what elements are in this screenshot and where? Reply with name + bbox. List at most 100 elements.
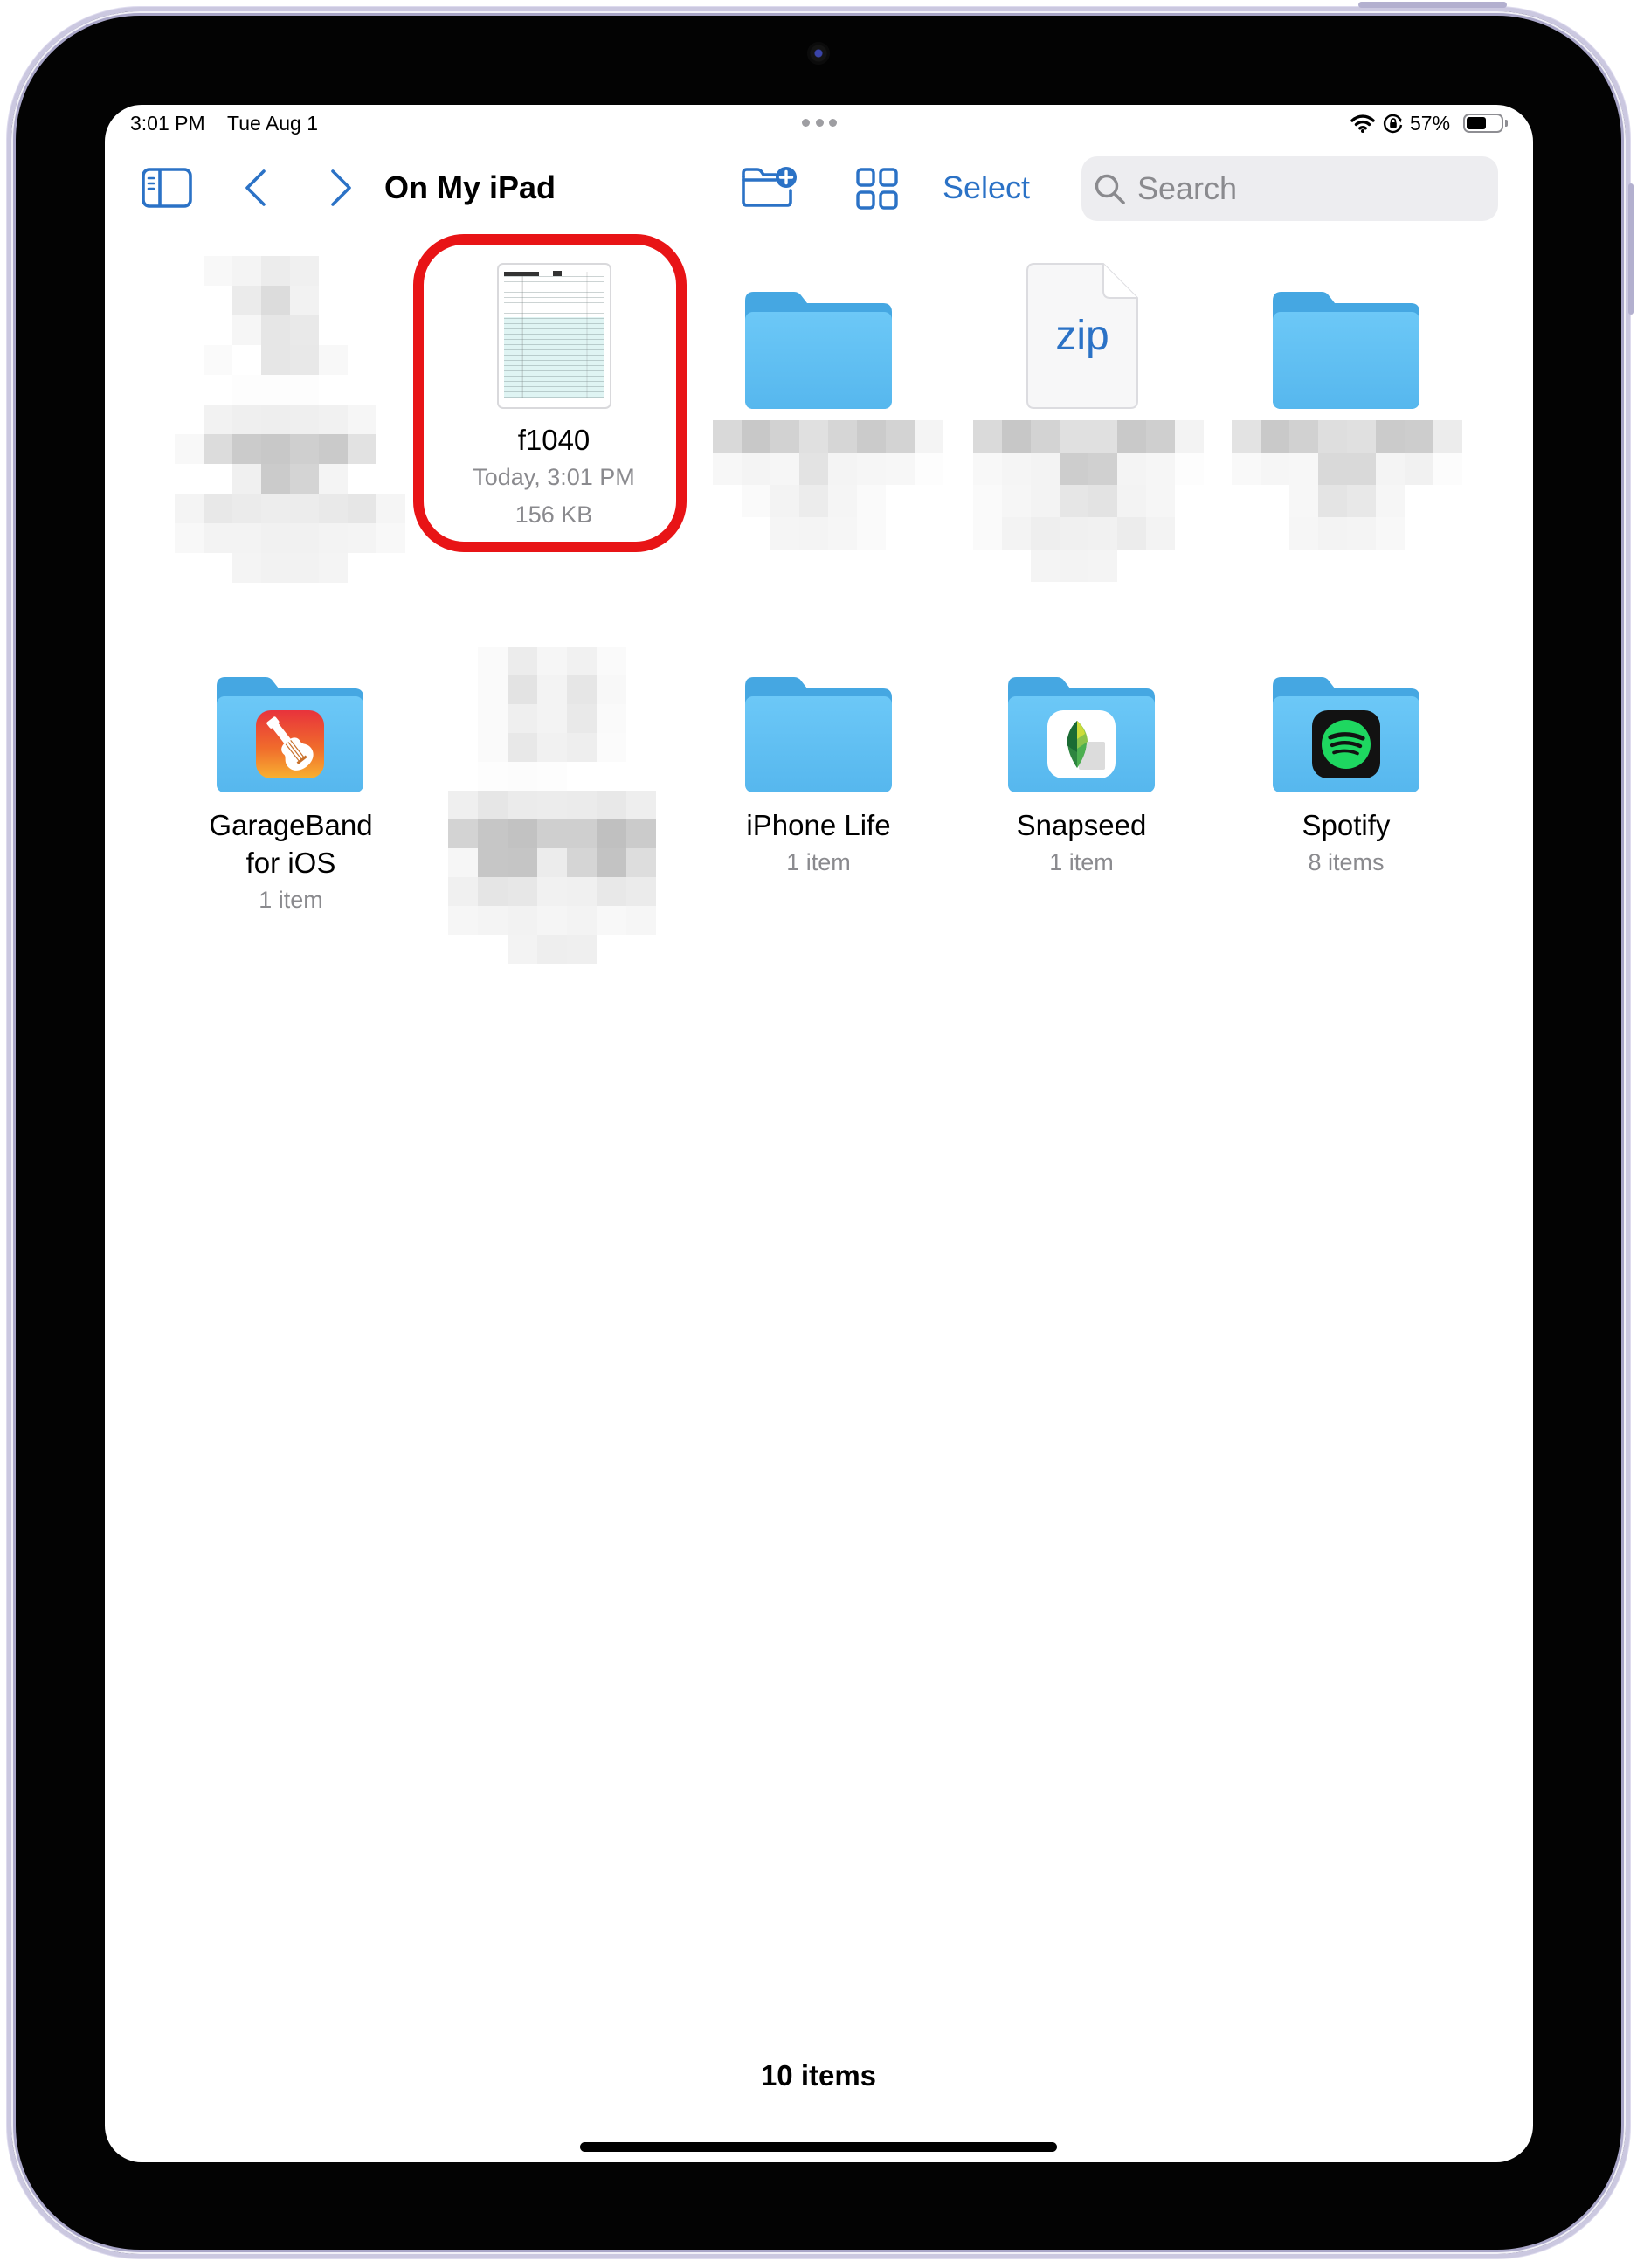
pixel-block — [1088, 453, 1117, 485]
pixel-block — [799, 420, 828, 453]
pixel-block — [770, 420, 799, 453]
volume-button — [1628, 183, 1634, 315]
pixel-block — [1376, 517, 1405, 550]
pixel-block — [290, 405, 319, 434]
folder-name: Spotify — [1302, 809, 1391, 841]
folder-item-snapseed[interactable] — [1008, 677, 1155, 792]
pixel-block — [175, 494, 204, 523]
pixel-block — [508, 877, 537, 906]
pixel-block — [1289, 517, 1318, 550]
redacted-item[interactable] — [448, 647, 656, 964]
pixel-block — [448, 791, 478, 819]
pixel-block — [828, 485, 857, 517]
folder-item-garageband[interactable] — [217, 677, 363, 792]
pixel-block — [567, 877, 597, 906]
pixel-block — [1289, 485, 1318, 517]
pixel-block — [478, 791, 508, 819]
pixel-block — [1002, 453, 1031, 485]
chevron-left-icon[interactable] — [243, 169, 267, 207]
search-field[interactable] — [1081, 156, 1498, 221]
pixel-block — [1117, 453, 1146, 485]
pixel-block — [204, 405, 232, 434]
file-label-f1040: f1040 Today, 3:01 PM 156 KB — [423, 421, 685, 534]
pixel-block — [478, 704, 508, 733]
pixel-block — [713, 420, 742, 453]
pixel-block — [973, 420, 1002, 453]
folder-name: Snapseed — [1016, 809, 1147, 841]
pixel-block — [537, 647, 567, 675]
pixel-block — [1002, 517, 1031, 550]
pixel-block — [857, 420, 886, 453]
pixel-block — [261, 434, 290, 464]
pixel-block — [1002, 485, 1031, 517]
wifi-icon — [1350, 114, 1375, 133]
pixel-block — [1347, 420, 1376, 453]
pixel-block — [508, 848, 537, 877]
item-count: 10 items — [760, 2059, 877, 2092]
pixel-block — [290, 375, 319, 405]
search-input[interactable] — [1137, 156, 1426, 221]
pixel-block — [828, 420, 857, 453]
pixel-block — [1347, 485, 1376, 517]
folder-item-iphone-life[interactable] — [745, 677, 892, 792]
pixel-block — [567, 791, 597, 819]
pixel-block — [537, 733, 567, 762]
file-modified-date: Today, 3:01 PM — [473, 464, 635, 490]
pixel-block — [1146, 453, 1175, 485]
pixel-block — [478, 848, 508, 877]
folder-item[interactable] — [1273, 292, 1419, 409]
orientation-lock-icon — [1383, 114, 1403, 134]
top-button — [1358, 2, 1507, 8]
magnifier-icon — [1095, 174, 1125, 204]
pixel-block — [597, 647, 626, 675]
pixel-block — [232, 494, 261, 523]
pixel-block — [261, 256, 290, 286]
folder-label-snapseed: Snapseed 1 item — [950, 806, 1212, 882]
pixel-block — [1117, 517, 1146, 550]
pixel-block — [537, 704, 567, 733]
sidebar-toggle-icon[interactable] — [142, 168, 192, 208]
pixel-block — [537, 762, 567, 791]
pdf-thumbnail-icon[interactable] — [497, 263, 611, 409]
pixel-block — [1060, 453, 1088, 485]
zip-file-item[interactable]: zip — [1026, 263, 1138, 409]
pixel-block — [319, 405, 348, 434]
pixel-block — [537, 935, 567, 964]
pixel-block — [1289, 453, 1318, 485]
pixel-block — [508, 906, 537, 935]
pixel-block — [567, 704, 597, 733]
pixel-block — [597, 675, 626, 704]
pixel-block — [319, 523, 348, 553]
select-button[interactable]: Select — [943, 169, 1030, 207]
pixel-block — [1261, 420, 1289, 453]
folder-item-spotify[interactable] — [1273, 677, 1419, 792]
home-indicator[interactable] — [580, 2142, 1057, 2152]
pixel-block — [713, 453, 742, 485]
pixel-block — [1031, 517, 1060, 550]
pixel-block — [915, 420, 943, 453]
folder-item[interactable] — [745, 292, 892, 409]
pixel-block — [478, 647, 508, 675]
pixel-block — [508, 762, 537, 791]
pixel-block — [828, 517, 857, 550]
folder-item-count: 8 items — [1308, 849, 1385, 875]
grid-view-icon[interactable] — [856, 168, 898, 210]
pixel-block — [770, 485, 799, 517]
pixel-block — [175, 523, 204, 553]
multitasking-ellipsis-icon[interactable] — [802, 119, 837, 128]
pixel-block — [537, 819, 567, 848]
pixel-block — [261, 405, 290, 434]
pixel-block — [232, 315, 261, 345]
pixel-block — [597, 877, 626, 906]
pixel-block — [1060, 517, 1088, 550]
chevron-right-icon[interactable] — [329, 169, 354, 207]
folder-item-count: 1 item — [1049, 849, 1114, 875]
redacted-item[interactable] — [175, 256, 405, 583]
pixel-block — [537, 791, 567, 819]
folder-label-iphone-life: iPhone Life 1 item — [687, 806, 950, 882]
folder-item-count: 1 item — [786, 849, 851, 875]
pixel-block — [508, 733, 537, 762]
new-folder-icon[interactable] — [741, 166, 798, 208]
pixel-block — [1002, 420, 1031, 453]
pixel-block — [597, 848, 626, 877]
